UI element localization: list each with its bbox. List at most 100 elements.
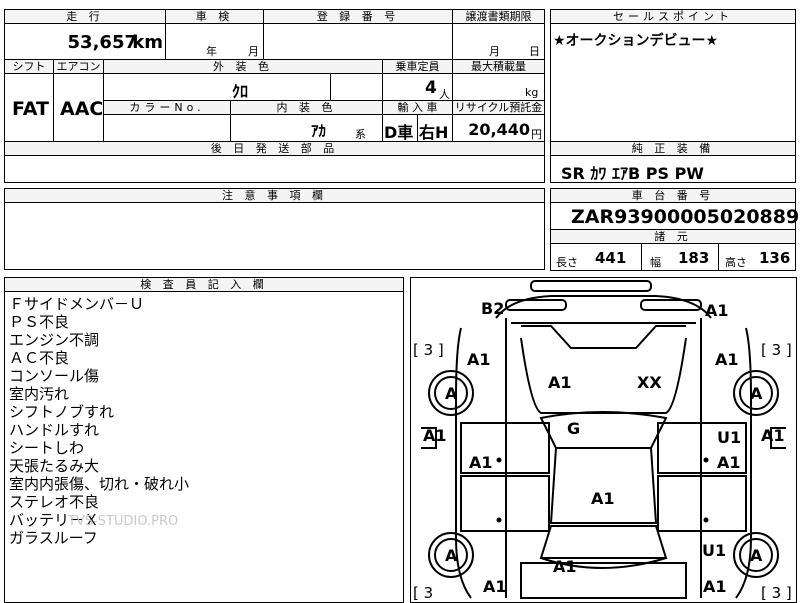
code-u1-right-door: U1: [717, 428, 741, 447]
ext-color-sub-cell: [330, 73, 383, 101]
shift-header: シフト: [4, 59, 54, 74]
code-a1-rear-left: A1: [483, 577, 507, 596]
inspection-month: 月: [248, 45, 259, 58]
remark-line: コンソール傷: [9, 367, 100, 385]
mileage-header: 走 行: [4, 9, 166, 24]
recycle-cell: 20,440 円: [452, 114, 545, 142]
chassis-cell: ZAR93900005020889: [550, 202, 800, 230]
code-b2: B2: [481, 299, 504, 318]
damage-diagram: B2 A1 [ 3 ] [ 3 ] A1 A1 A1 XX A A G A1 U…: [410, 277, 797, 603]
bracket-right-bottom: [ 3 ]: [761, 584, 792, 602]
width-value: 183: [678, 249, 710, 267]
dims-width-cell: 幅 183: [641, 243, 719, 271]
import-value-2: 右H: [419, 123, 449, 142]
int-color-value: ｱｶ: [311, 122, 327, 140]
int-color-cell: ｱｶ 系: [230, 114, 383, 142]
bracket-left-bottom: [ 3: [413, 584, 433, 602]
genuine-equipment-cell: SR ｶﾜ ｴｱB PS PW: [550, 155, 796, 183]
ext-color-header: 外 装 色: [103, 59, 383, 74]
color-no-cell: [103, 114, 231, 142]
remark-line: ＰＳ不良: [9, 313, 70, 331]
remark-line: 室内内張傷、切れ・破れ小: [9, 475, 190, 493]
inspector-remarks-panel: Ｆサイドメンバ－Ｕ ＰＳ不良 エンジン不調 ＡＣ不良 コンソール傷 室内汚れ シフトノブすれ…: [4, 291, 404, 603]
code-a1-hood: A1: [548, 373, 572, 392]
code-g-windshield: G: [567, 419, 580, 438]
remark-line: ハンドルすれ: [9, 421, 100, 439]
capacity-header: 乗車定員: [382, 59, 453, 74]
import-cell-2: 右H: [417, 114, 453, 142]
remark-line: ステレオ不良: [9, 493, 100, 511]
capacity-cell: 4 人: [382, 73, 453, 101]
color-no-header: カラーNo.: [103, 100, 231, 115]
later-parts-cell: [4, 155, 545, 183]
inspector-header: 検 査 員 記 入 欄: [4, 277, 404, 292]
shift-value: FAT: [12, 98, 49, 120]
sales-point-header: セールスポイント: [550, 9, 796, 24]
code-a1-right-edge: A1: [761, 426, 785, 445]
remark-line: ＡＣ不良: [9, 349, 70, 367]
length-value: 441: [595, 249, 627, 267]
code-a1-rear-center: A1: [553, 557, 577, 576]
length-label: 長さ: [556, 256, 578, 269]
car-outline-svg: B2 A1 [ 3 ] [ 3 ] A1 A1 A1 XX A A G A1 U…: [413, 280, 792, 602]
genuine-equipment-header: 純 正 装 備: [550, 141, 796, 156]
remark-line: Ｆサイドメンバ－Ｕ: [9, 295, 145, 313]
inspection-year: 年: [206, 45, 217, 58]
chassis-header: 車 台 番 号: [550, 188, 796, 203]
code-u1-rear-right: U1: [702, 541, 726, 560]
dims-header: 諸 元: [550, 229, 796, 244]
code-a-wheel-front-left: A: [445, 384, 458, 403]
remark-line: シートしわ: [9, 439, 85, 457]
bracket-left-top: [ 3 ]: [413, 341, 444, 359]
mileage-value: 53,657: [67, 32, 137, 53]
int-color-suffix: 系: [355, 128, 366, 141]
transfer-deadline-cell: 月 日: [452, 23, 545, 60]
sales-point-cell: ★オークションデビュー★: [550, 23, 796, 142]
ext-color-value: ｸﾛ: [232, 82, 249, 101]
shift-cell: FAT: [4, 73, 54, 142]
ext-color-cell: ｸﾛ: [103, 73, 331, 101]
remark-line: 天張たるみ大: [9, 457, 100, 475]
inspection-header: 車 検: [165, 9, 264, 24]
sales-point-text: ★オークションデビュー★: [553, 33, 719, 49]
code-a1-front-right: A1: [715, 350, 739, 369]
ac-value: AAC: [60, 98, 104, 120]
later-parts-header: 後 日 発 送 部 品: [4, 141, 545, 156]
ac-cell: AAC: [53, 73, 104, 142]
code-a-wheel-rear-left: A: [445, 546, 458, 565]
height-value: 136: [759, 249, 791, 267]
recycle-unit: 円: [531, 128, 542, 141]
remark-line: 室内汚れ: [9, 385, 70, 403]
import-value-1: D車: [384, 123, 414, 142]
width-label: 幅: [650, 256, 661, 269]
remark-line: エンジン不調: [9, 331, 100, 349]
transfer-day: 日: [529, 45, 540, 58]
bracket-right-top: [ 3 ]: [761, 341, 792, 359]
transfer-month: 月: [489, 45, 500, 58]
height-label: 高さ: [725, 256, 747, 269]
code-a1-rear-right: A1: [703, 577, 727, 596]
remark-line: ガラスルーフ: [9, 529, 98, 547]
import-header: 輸 入 車: [382, 100, 453, 115]
genuine-equipment-value: SR ｶﾜ ｴｱB PS PW: [561, 164, 704, 183]
capacity-value: 4: [425, 78, 437, 98]
mileage-unit: km: [132, 32, 163, 53]
recycle-header: リサイクル預託金: [452, 100, 545, 115]
watermark: TVS-STUDIO.PRO: [68, 514, 179, 529]
chassis-value: ZAR93900005020889: [571, 206, 800, 228]
max-load-header: 最大積載量: [452, 59, 545, 74]
mileage-cell: 53,657 km: [4, 23, 166, 60]
remark-line: シフトノブすれ: [9, 403, 115, 421]
transfer-deadline-header: 譲渡書類期限: [452, 9, 545, 24]
code-a1-front-left: A1: [467, 350, 491, 369]
code-a1-right-door: A1: [717, 453, 741, 472]
dims-length-cell: 長さ 441: [550, 243, 642, 271]
code-a1-roof: A1: [591, 489, 615, 508]
max-load-cell: kg: [452, 73, 545, 101]
caution-cell: [4, 202, 545, 270]
caution-header: 注 意 事 項 欄: [4, 188, 545, 203]
code-a1-top-right: A1: [705, 301, 729, 320]
code-a-wheel-rear-right: A: [750, 546, 763, 565]
code-a-wheel-front-right: A: [750, 384, 763, 403]
inspection-cell: 年 月: [165, 23, 264, 60]
